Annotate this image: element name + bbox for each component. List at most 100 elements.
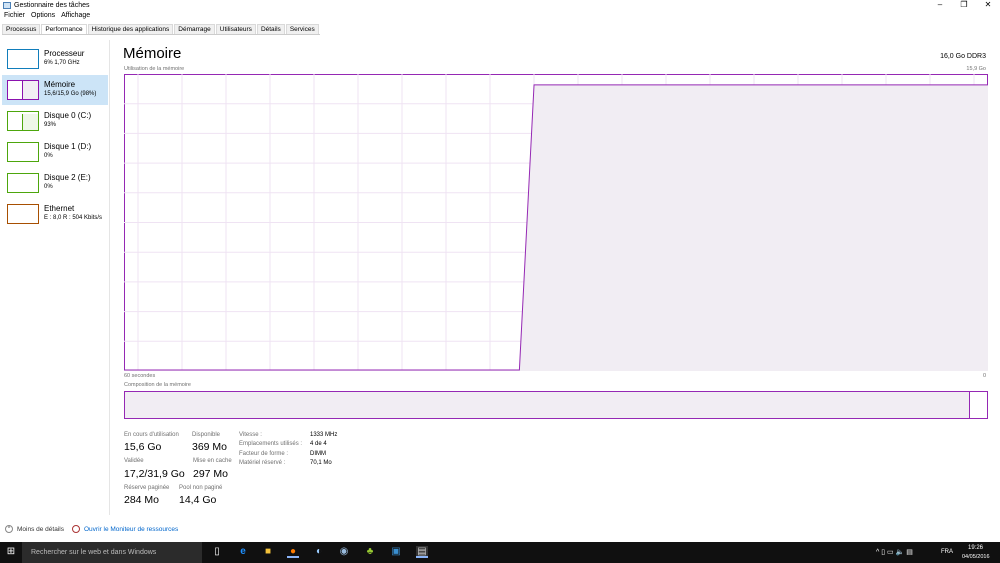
sidebar-thumbnail xyxy=(7,80,39,100)
sidebar-item-4[interactable]: Disque 2 (E:) 0% xyxy=(2,168,108,198)
memory-usage-graph xyxy=(124,74,988,371)
chevron-up-icon: ^ xyxy=(5,525,13,533)
app-icon-moon[interactable]: ◐ xyxy=(313,546,325,558)
nonpaged-label: Pool non paginé xyxy=(179,485,223,491)
cached-label: Mise en cache xyxy=(193,458,232,464)
tab-processus[interactable]: Processus xyxy=(2,24,41,34)
sidebar-item-sub: 0% xyxy=(44,153,53,159)
sidebar-item-sub: 15,6/15,9 Go (98%) xyxy=(44,91,97,97)
file-explorer-icon[interactable]: ■ xyxy=(262,546,274,558)
sidebar-item-name: Mémoire xyxy=(44,80,76,89)
nonpaged-value: 14,4 Go xyxy=(179,494,217,506)
sidebar-item-0[interactable]: Processeur 6% 1,70 GHz xyxy=(2,44,108,74)
sidebar-item-sub: 93% xyxy=(44,122,57,128)
property-row: Matériel réservé : 70,1 Mo xyxy=(239,460,337,469)
page-title: Mémoire xyxy=(123,45,182,62)
sidebar-item-name: Ethernet xyxy=(44,204,75,213)
sidebar: Processeur 6% 1,70 GHz Mémoire 15,6/15,9… xyxy=(0,40,110,515)
tab-demarrage[interactable]: Démarrage xyxy=(174,24,215,34)
sidebar-item-sub: 6% 1,70 GHz xyxy=(44,60,80,66)
sidebar-item-name: Disque 1 (D:) xyxy=(44,142,92,151)
sidebar-thumbnail xyxy=(7,173,39,193)
in-use-label: En cours d'utilisation xyxy=(124,432,179,438)
menu-affichage[interactable]: Affichage xyxy=(61,12,90,22)
sidebar-thumbnail xyxy=(7,142,39,162)
property-value: 70,1 Mo xyxy=(310,459,332,466)
tray-icons[interactable]: ^ ▯ ▭ 🔈 ▤ xyxy=(876,548,913,556)
sidebar-item-3[interactable]: Disque 1 (D:) 0% xyxy=(2,137,108,167)
paged-value: 284 Mo xyxy=(124,494,160,506)
edge-icon[interactable]: e xyxy=(237,546,249,558)
property-row: Emplacements utilisés : 4 de 4 xyxy=(239,441,337,450)
committed-value: 17,2/31,9 Go xyxy=(124,468,185,480)
sidebar-item-1[interactable]: Mémoire 15,6/15,9 Go (98%) xyxy=(2,75,108,105)
tab-performance[interactable]: Performance xyxy=(41,24,87,34)
sidebar-item-sub: E : 8,0 R : 504 Kbits/s xyxy=(44,215,103,221)
property-key: Facteur de forme : xyxy=(239,450,289,457)
memory-properties: Vitesse : 1333 MHz Emplacements utilisés :… xyxy=(239,432,337,469)
property-key: Emplacements utilisés : xyxy=(239,441,303,448)
memory-type: 16,0 Go DDR3 xyxy=(940,53,986,60)
maximize-button[interactable]: ❐ xyxy=(954,0,974,12)
app-icon-green[interactable]: ♣ xyxy=(364,546,376,558)
sidebar-item-name: Disque 2 (E:) xyxy=(44,173,91,182)
sidebar-thumbnail xyxy=(7,49,39,69)
memory-composition-bar xyxy=(124,391,988,419)
language-indicator[interactable]: FRA xyxy=(941,549,953,555)
property-value: 1333 MHz xyxy=(310,432,338,438)
property-row: Vitesse : 1333 MHz xyxy=(239,432,337,441)
sidebar-thumbnail xyxy=(7,111,39,131)
resource-monitor-icon xyxy=(72,525,80,533)
menu-bar: Fichier Options Affichage xyxy=(0,12,90,22)
sidebar-item-name: Processeur xyxy=(44,49,85,58)
tab-utilisateurs[interactable]: Utilisateurs xyxy=(215,24,256,34)
cached-value: 297 Mo xyxy=(193,468,229,480)
graph-max: 15,9 Go xyxy=(966,66,986,72)
resource-monitor-label: Ouvrir le Moniteur de ressources xyxy=(84,525,179,533)
steam-icon[interactable]: ◉ xyxy=(338,546,350,558)
time-left-label: 60 secondes xyxy=(124,373,156,379)
title-bar: Gestionnaire des tâches – ❐ ✕ xyxy=(0,0,1000,12)
committed-label: Validée xyxy=(124,458,144,464)
task-view-icon[interactable]: ▯ xyxy=(211,546,223,558)
task-manager-icon[interactable]: ▤ xyxy=(416,546,428,558)
windows-start-icon[interactable]: ⊞ xyxy=(5,546,17,558)
property-key: Matériel réservé : xyxy=(239,459,286,466)
clock-date[interactable]: 04/05/2016 xyxy=(962,554,990,560)
menu-fichier[interactable]: Fichier xyxy=(4,12,25,22)
sidebar-thumbnail xyxy=(7,204,39,224)
property-value: DIMM xyxy=(310,450,326,457)
sidebar-item-5[interactable]: Ethernet E : 8,0 R : 504 Kbits/s xyxy=(2,199,108,229)
tab-details[interactable]: Détails xyxy=(256,24,285,34)
time-right-label: 0 xyxy=(982,373,986,379)
paged-label: Réserve paginée xyxy=(124,485,170,491)
firefox-icon[interactable]: ● xyxy=(287,546,299,558)
composition-in-use xyxy=(125,392,970,418)
available-value: 369 Mo xyxy=(192,441,228,453)
sidebar-item-name: Disque 0 (C:) xyxy=(44,111,92,120)
taskbar: ⊞ Rechercher sur le web et dans Windows … xyxy=(0,542,1000,563)
window-title: Gestionnaire des tâches xyxy=(14,2,90,9)
in-use-value: 15,6 Go xyxy=(124,441,162,453)
less-details-button[interactable]: ^ Moins de détails xyxy=(5,525,64,533)
clock-time[interactable]: 19:26 xyxy=(968,545,983,551)
menu-options[interactable]: Options xyxy=(31,12,55,22)
close-button[interactable]: ✕ xyxy=(978,0,998,12)
resource-monitor-link[interactable]: Ouvrir le Moniteur de ressources xyxy=(72,525,178,533)
composition-label: Composition de la mémoire xyxy=(124,382,191,388)
graph-label: Utilisation de la mémoire xyxy=(124,66,185,72)
minimize-button[interactable]: – xyxy=(930,0,950,12)
property-key: Vitesse : xyxy=(239,432,262,438)
tab-bar: Processus Performance Historique des app… xyxy=(2,24,320,35)
property-value: 4 de 4 xyxy=(310,441,327,448)
sidebar-item-2[interactable]: Disque 0 (C:) 93% xyxy=(2,106,108,136)
property-row: Facteur de forme : DIMM xyxy=(239,451,337,460)
app-icon-blue[interactable]: ▣ xyxy=(390,546,402,558)
sidebar-item-sub: 0% xyxy=(44,184,53,190)
available-label: Disponible xyxy=(192,432,221,438)
less-details-label: Moins de détails xyxy=(17,525,64,533)
tab-historique[interactable]: Historique des applications xyxy=(87,24,174,34)
taskbar-search[interactable]: Rechercher sur le web et dans Windows xyxy=(22,542,202,563)
tab-services[interactable]: Services xyxy=(285,24,319,34)
app-icon xyxy=(3,2,11,9)
